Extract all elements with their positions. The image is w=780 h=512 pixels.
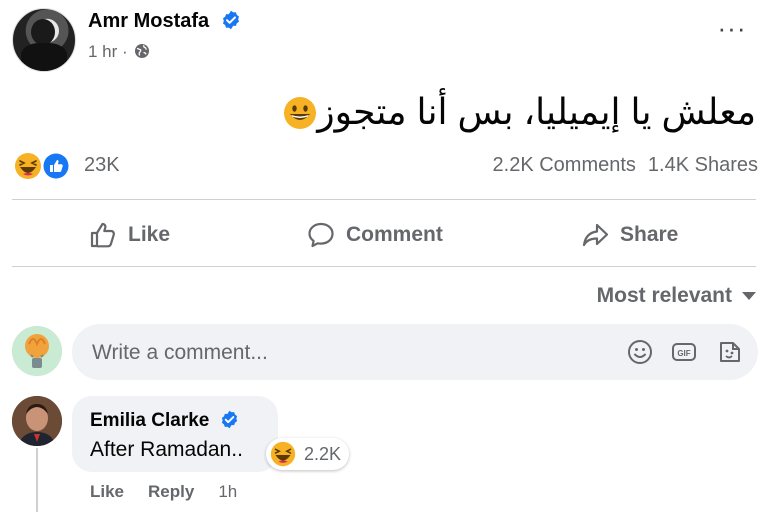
author-avatar[interactable] bbox=[12, 8, 76, 72]
verified-badge-icon bbox=[221, 410, 237, 429]
commenter-avatar[interactable] bbox=[12, 396, 62, 446]
comment-time[interactable]: 1h bbox=[218, 482, 237, 502]
comment-sort-dropdown[interactable]: Most relevant bbox=[597, 284, 756, 308]
comment-composer: GIF bbox=[72, 324, 758, 382]
post-meta: 1 hr · bbox=[88, 42, 150, 62]
share-arrow-icon bbox=[582, 223, 609, 247]
share-label: Share bbox=[620, 223, 679, 246]
like-reaction-icon bbox=[42, 152, 70, 180]
like-label: Like bbox=[128, 223, 171, 246]
haha-emoji-icon bbox=[15, 153, 41, 179]
comment-reaction-count: 2.2K bbox=[304, 443, 342, 464]
like-thumb-icon bbox=[90, 222, 115, 248]
post-text-content: معلش يا إيميليا، بس أنا متجوز bbox=[317, 91, 756, 132]
current-user-avatar[interactable] bbox=[12, 326, 62, 376]
sticker-icon[interactable] bbox=[716, 338, 744, 366]
comment-button[interactable]: Comment bbox=[306, 212, 443, 258]
emoji-smiley-icon[interactable] bbox=[626, 338, 654, 366]
comment-reply-link[interactable]: Reply bbox=[148, 482, 194, 502]
commenter-avatar-image bbox=[12, 396, 62, 446]
divider bbox=[12, 199, 756, 200]
reaction-icons[interactable] bbox=[12, 150, 76, 182]
post-stats: 2.2K Comments 1.4K Shares bbox=[493, 154, 758, 177]
sort-label: Most relevant bbox=[596, 284, 732, 307]
comment-reactions[interactable]: 2.2K bbox=[266, 438, 350, 470]
caret-down-icon bbox=[742, 292, 756, 300]
comment-author[interactable]: Emilia Clarke bbox=[90, 410, 239, 432]
divider bbox=[12, 266, 756, 267]
globe-icon bbox=[135, 44, 150, 58]
reaction-count[interactable]: 23K bbox=[84, 154, 120, 177]
like-button[interactable]: Like bbox=[88, 212, 170, 258]
post-time[interactable]: 1 hr bbox=[88, 42, 117, 61]
post-author[interactable]: Amr Mostafa bbox=[88, 10, 241, 33]
post-text: معلش يا إيميليا، بس أنا متجوز bbox=[230, 88, 756, 136]
gif-icon[interactable]: GIF bbox=[670, 338, 698, 366]
avatar-figure-head bbox=[31, 19, 55, 45]
comment-label: Comment bbox=[346, 223, 443, 246]
shares-count[interactable]: 1.4K Shares bbox=[648, 154, 758, 176]
post-author-name[interactable]: Amr Mostafa bbox=[88, 10, 209, 32]
comment-bubble-icon bbox=[308, 222, 334, 248]
comment-input[interactable] bbox=[90, 324, 614, 382]
comment-like-link[interactable]: Like bbox=[90, 482, 124, 502]
grinning-emoji-icon bbox=[284, 97, 317, 129]
comment-thread-line bbox=[36, 448, 38, 512]
verified-badge-icon bbox=[222, 10, 239, 30]
comment-text: After Ramadan.. bbox=[90, 438, 243, 461]
reaction-icons-svg bbox=[15, 152, 70, 180]
balloon-avatar-icon bbox=[12, 326, 62, 376]
comments-count[interactable]: 2.2K Comments bbox=[493, 154, 636, 176]
comment-author-name[interactable]: Emilia Clarke bbox=[90, 410, 209, 431]
more-options-icon[interactable]: ··· bbox=[714, 15, 750, 48]
meta-separator: · bbox=[122, 42, 133, 61]
comment-bubble: Emilia Clarke After Ramadan.. bbox=[72, 396, 278, 472]
svg-text:GIF: GIF bbox=[677, 349, 690, 358]
comment-actions: Like Reply 1h bbox=[90, 482, 237, 502]
avatar-figure-body bbox=[21, 43, 67, 71]
share-button[interactable]: Share bbox=[580, 212, 678, 258]
haha-emoji-icon bbox=[270, 441, 296, 467]
